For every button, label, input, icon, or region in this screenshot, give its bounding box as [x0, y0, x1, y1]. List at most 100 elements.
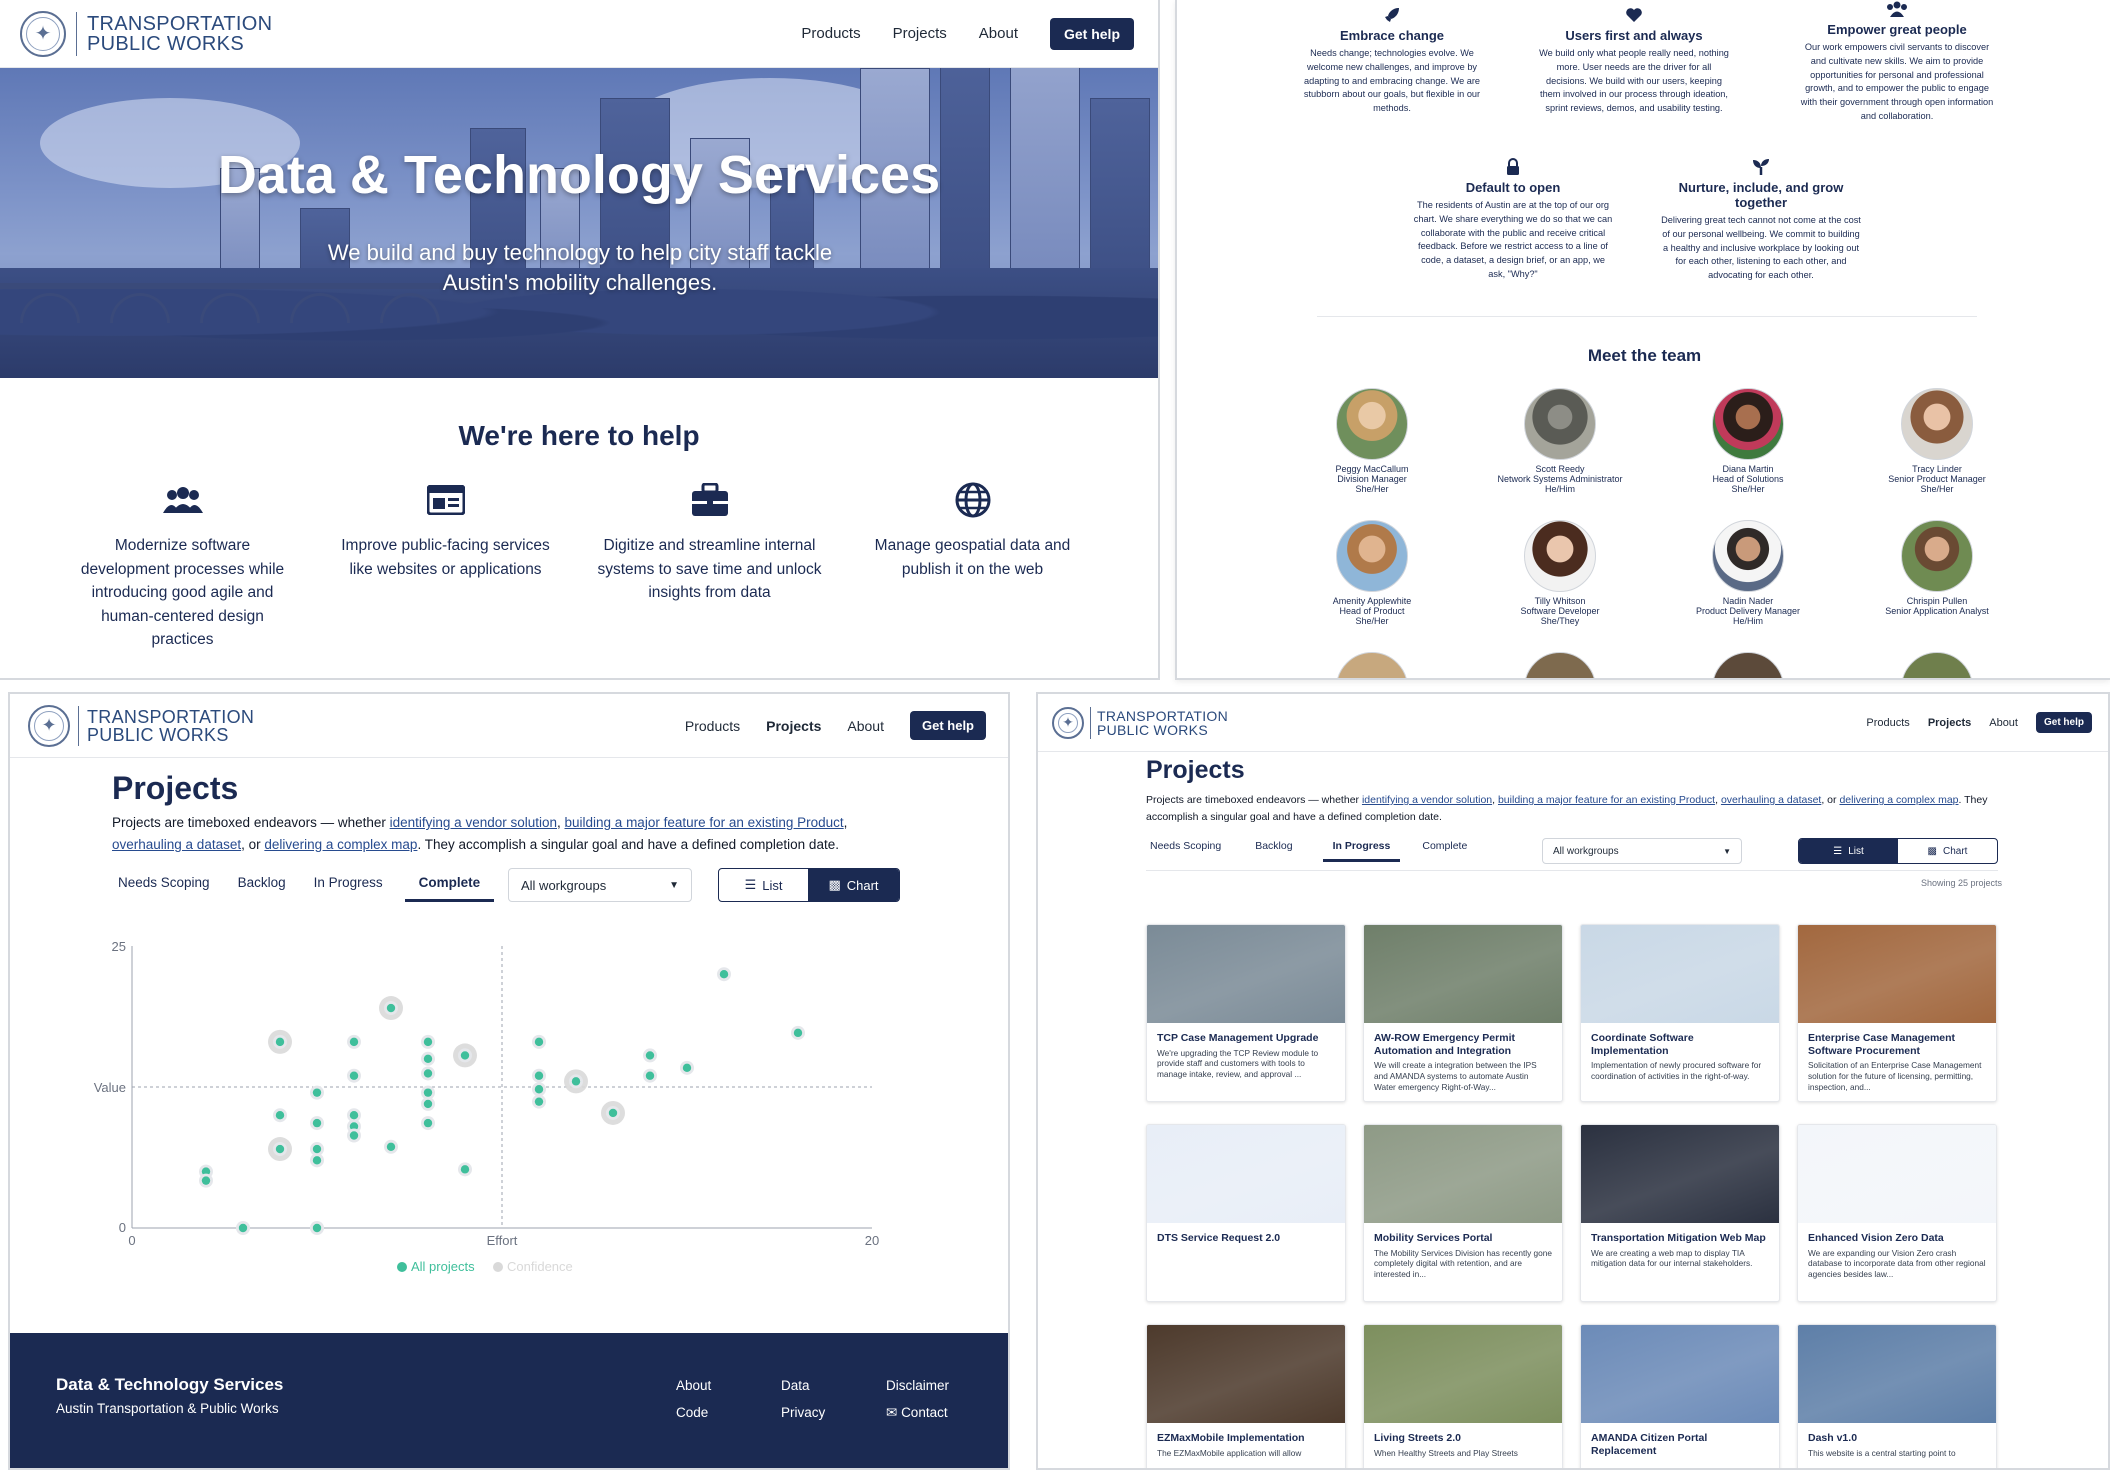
project-card[interactable]: AW-ROW Emergency Permit Automation and I…	[1363, 924, 1563, 1102]
get-help-button[interactable]: Get help	[909, 711, 986, 740]
project-card[interactable]: EZMaxMobile Implementation The EZMaxMobil…	[1146, 1324, 1346, 1468]
project-card[interactable]: Enterprise Case Management Software Proc…	[1797, 924, 1997, 1102]
link-overhauling-dataset[interactable]: overhauling a dataset	[112, 837, 241, 852]
nav-projects[interactable]: Projects	[766, 718, 821, 734]
member-name: Chrispin Pullen	[1906, 596, 1968, 606]
project-point	[534, 1085, 544, 1094]
site-brand[interactable]: ✦ TRANSPORTATION PUBLIC WORKS	[1052, 706, 1228, 739]
footer-link-contact[interactable]: ✉ Contact	[886, 1405, 948, 1421]
nav-about[interactable]: About	[847, 718, 884, 734]
project-point	[386, 1142, 396, 1151]
get-help-button[interactable]: Get help	[1049, 17, 1134, 50]
project-point	[793, 1028, 803, 1038]
chevron-down-icon: ▼	[1723, 846, 1731, 856]
value-text: Our work empowers civil servants to disc…	[1800, 42, 1994, 121]
workgroup-select[interactable]: All workgroups ▼	[1542, 838, 1742, 864]
project-point	[534, 1097, 544, 1106]
bridge-arch	[290, 293, 350, 323]
team-member-card[interactable]: Amenity Applewhite Head of Product She/H…	[1297, 520, 1447, 626]
link-overhauling-dataset[interactable]: overhauling a dataset	[1721, 794, 1821, 806]
tab-complete[interactable]: Complete	[404, 869, 495, 902]
site-brand[interactable]: ✦ TRANSPORTATION PUBLIC WORKS	[28, 704, 254, 747]
team-member-card[interactable]: Nadin Nader Product Delivery Manager He/…	[1673, 520, 1823, 626]
project-card[interactable]: Dash v1.0 This website is a central start…	[1797, 1324, 1997, 1468]
tab-in-progress[interactable]: In Progress	[308, 869, 389, 902]
tab-in-progress[interactable]: In Progress	[1322, 836, 1401, 862]
project-card-title: Enhanced Vision Zero Data	[1808, 1232, 1944, 1244]
lock-icon	[1413, 156, 1613, 178]
footer-link-privacy[interactable]: Privacy	[781, 1405, 825, 1420]
team-member-card[interactable]: Diana Martin Head of Solutions She/Her	[1673, 388, 1823, 494]
project-thumbnail	[1147, 925, 1345, 1023]
value-embrace-change: Embrace change Needs change; technologie…	[1297, 4, 1487, 116]
value-default-open: Default to open The residents of Austin …	[1413, 156, 1613, 282]
link-complex-map[interactable]: delivering a complex map	[264, 837, 417, 852]
envelope-icon: ✉	[886, 1405, 902, 1420]
footer-link-disclaimer[interactable]: Disclaimer	[886, 1378, 949, 1393]
nav-products[interactable]: Products	[685, 718, 740, 734]
list-view-button[interactable]: ☰ List	[719, 869, 808, 901]
project-card[interactable]: Transportation Mitigation Web Map We are …	[1580, 1124, 1780, 1302]
tab-complete[interactable]: Complete	[1418, 836, 1471, 862]
link-complex-map[interactable]: delivering a complex map	[1839, 794, 1958, 806]
team-member-card[interactable]: Scott Reedy Network Systems Administrato…	[1485, 388, 1635, 494]
footer-link-code[interactable]: Code	[676, 1405, 708, 1420]
nav-products[interactable]: Products	[801, 25, 860, 42]
site-brand[interactable]: ✦ TRANSPORTATION PUBLIC WORKS	[20, 10, 272, 57]
nav-products[interactable]: Products	[1866, 717, 1909, 729]
tab-backlog[interactable]: Backlog	[1251, 836, 1296, 862]
link-major-feature[interactable]: building a major feature for an existing…	[1498, 794, 1715, 806]
project-point	[682, 1063, 692, 1073]
team-member-card[interactable]: Tilly Whitson Software Developer She/The…	[1485, 520, 1635, 626]
team-member-card[interactable]: Chrispin Pullen Senior Application Analy…	[1862, 520, 2012, 616]
bridge-arch	[20, 293, 80, 323]
nav-about[interactable]: About	[979, 25, 1018, 42]
chart-view-button[interactable]: ▩ Chart	[808, 869, 899, 901]
chart-view-button[interactable]: ▩ Chart	[1898, 839, 1997, 863]
project-card[interactable]: TCP Case Management Upgrade We're upgradi…	[1146, 924, 1346, 1102]
link-major-feature[interactable]: building a major feature for an existing…	[565, 815, 844, 830]
legend-label-confidence: Confidence	[507, 1259, 573, 1274]
site-footer: Data & Technology Services Austin Transp…	[10, 1333, 1008, 1468]
brand-divider	[76, 11, 77, 56]
nav-about[interactable]: About	[1989, 717, 2018, 729]
project-card-description: We will create a integration between the…	[1374, 1060, 1537, 1092]
brand-text: TRANSPORTATION PUBLIC WORKS	[87, 14, 272, 54]
tab-needs-scoping[interactable]: Needs Scoping	[112, 869, 216, 902]
list-view-label: List	[1848, 845, 1864, 857]
value-title: Embrace change	[1339, 28, 1445, 43]
brand-line-1: TRANSPORTATION	[87, 12, 273, 35]
workgroup-select[interactable]: All workgroups ▼	[508, 868, 692, 902]
project-thumbnail	[1581, 1125, 1779, 1223]
project-card[interactable]: Coordinate Software Implementation Implem…	[1580, 924, 1780, 1102]
team-member-card[interactable]: Peggy MacCallum Division Manager She/Her	[1297, 388, 1447, 494]
footer-link-data[interactable]: Data	[781, 1378, 810, 1393]
tab-backlog[interactable]: Backlog	[232, 869, 292, 902]
link-vendor-solution[interactable]: identifying a vendor solution	[390, 815, 557, 830]
help-item-internal-systems: Digitize and streamline internal systems…	[597, 480, 822, 605]
nav-projects[interactable]: Projects	[1928, 717, 1971, 729]
project-card[interactable]: Enhanced Vision Zero Data We are expandin…	[1797, 1124, 1997, 1302]
list-view-button[interactable]: ☰ List	[1799, 839, 1898, 863]
link-vendor-solution[interactable]: identifying a vendor solution	[1362, 794, 1492, 806]
section-divider	[1317, 316, 1977, 317]
tab-needs-scoping[interactable]: Needs Scoping	[1146, 836, 1225, 862]
avatar	[1524, 652, 1596, 678]
project-card[interactable]: Mobility Services Portal The Mobility Ser…	[1363, 1124, 1563, 1302]
y-axis-label: Value	[94, 1080, 126, 1095]
team-member-card[interactable]: Tracy Linder Senior Product Manager She/…	[1862, 388, 2012, 494]
brand-line-2: PUBLIC WORKS	[87, 724, 229, 745]
member-name: Peggy MacCallum	[1335, 464, 1409, 474]
project-card[interactable]: Living Streets 2.0 When Healthy Streets a…	[1363, 1324, 1563, 1468]
project-card[interactable]: DTS Service Request 2.0	[1146, 1124, 1346, 1302]
footer-link-about[interactable]: About	[676, 1378, 711, 1393]
value-empower-people: Empower great people Our work empowers c…	[1797, 0, 1997, 124]
project-point	[312, 1156, 322, 1165]
top-navigation: ✦ TRANSPORTATION PUBLIC WORKS Products P…	[10, 694, 1008, 758]
nav-projects[interactable]: Projects	[893, 25, 947, 42]
get-help-button[interactable]: Get help	[2035, 712, 2092, 733]
project-card[interactable]: AMANDA Citizen Portal Replacement	[1580, 1324, 1780, 1468]
member-role: Network Systems Administrator	[1497, 474, 1623, 484]
avatar	[1524, 388, 1596, 460]
status-tabs: Needs Scoping Backlog In Progress Comple…	[112, 866, 495, 902]
